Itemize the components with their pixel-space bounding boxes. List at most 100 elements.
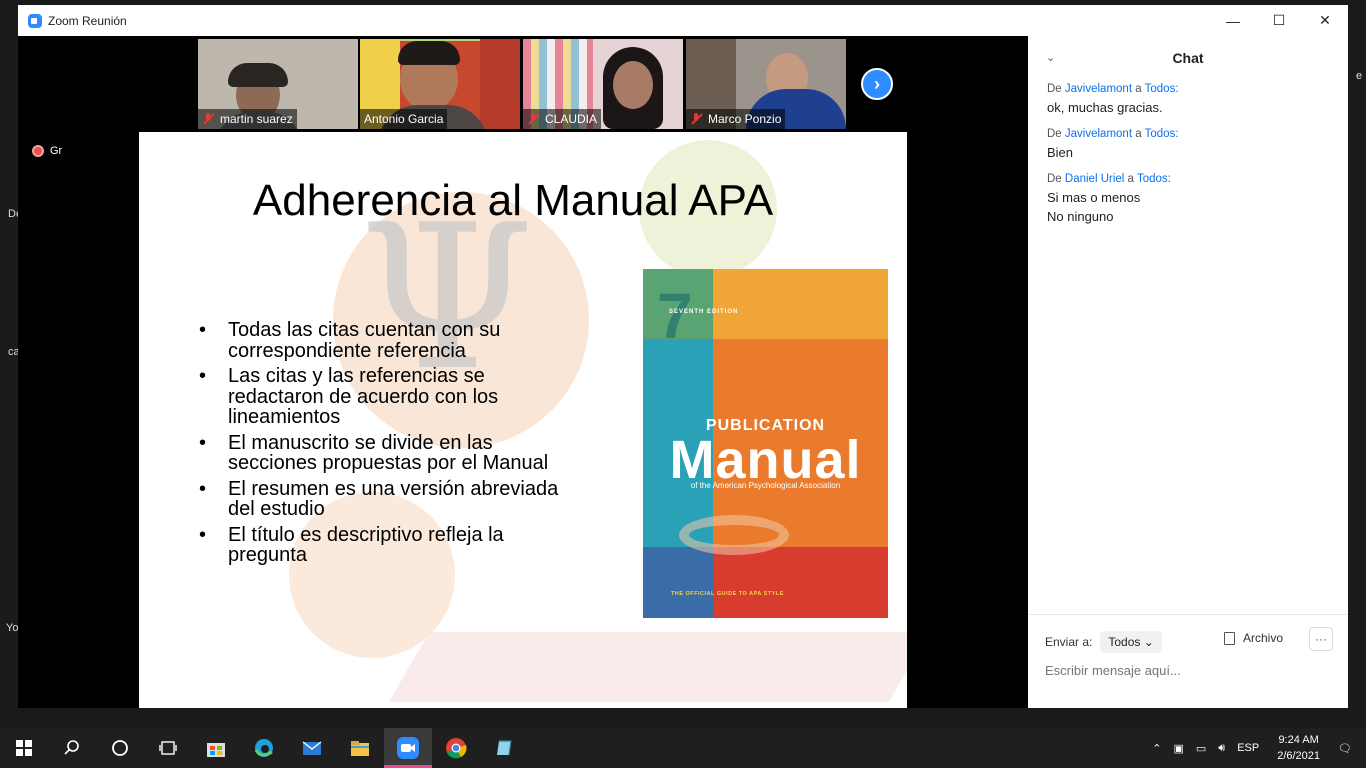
file-icon: [1224, 631, 1235, 645]
task-view-button[interactable]: [144, 728, 192, 768]
edition-label: SEVENTH EDITION: [669, 309, 739, 315]
title-bar: Zoom Reunión — ☐ ✕: [18, 5, 1348, 36]
slide-title: Adherencia al Manual APA: [252, 176, 774, 225]
taskbar: ⌃ ▣ ▭ 🔊︎ ESP 9:24 AM 2/6/2021 🗨︎: [0, 728, 1366, 768]
participant-video[interactable]: Antonio Garcia: [360, 39, 520, 129]
chat-title: Chat: [1172, 50, 1204, 66]
chat-footer: Enviar a: Todos ⌄ Archivo ···: [1028, 614, 1348, 708]
app-icon: [497, 740, 512, 756]
cortana-button[interactable]: [96, 728, 144, 768]
zoom-logo-icon: [28, 13, 42, 28]
message-text: Bien: [1047, 145, 1074, 160]
minimize-button[interactable]: —: [1210, 5, 1256, 36]
right-edge-background: e: [1348, 36, 1366, 708]
store-app[interactable]: [192, 728, 240, 768]
decorative-swirl: [679, 515, 789, 555]
volume-icon[interactable]: 🔊︎: [1218, 742, 1225, 755]
window-title: Zoom Reunión: [48, 13, 127, 28]
file-explorer-app[interactable]: [336, 728, 384, 768]
chat-message: De Javivelamont a Todos: Bien: [1047, 128, 1337, 162]
message-text: No ninguno: [1047, 209, 1114, 224]
close-button[interactable]: ✕: [1302, 5, 1348, 36]
message-to-prefix: a: [1127, 173, 1134, 185]
message-prefix: De: [1047, 83, 1062, 95]
message-sender[interactable]: Daniel Uriel: [1065, 173, 1124, 185]
left-edge-background: De ca Yo: [0, 36, 22, 708]
meeting-area: martin suarez Antonio Garcia CLAUDIA Mar…: [18, 36, 1028, 708]
participant-video[interactable]: martin suarez: [198, 39, 358, 129]
chat-message-input[interactable]: [1045, 659, 1335, 681]
message-to-prefix: a: [1135, 128, 1142, 140]
battery-icon[interactable]: ▭: [1196, 742, 1206, 755]
file-label: Archivo: [1243, 631, 1284, 645]
app-pinned[interactable]: [480, 728, 528, 768]
zoom-icon: [397, 737, 419, 759]
chrome-app[interactable]: [432, 728, 480, 768]
message-recipient[interactable]: Todos:: [1145, 128, 1179, 140]
clock[interactable]: 9:24 AM 2/6/2021: [1277, 732, 1320, 764]
book-tagline: THE OFFICIAL GUIDE TO APA STYLE: [671, 591, 784, 597]
message-prefix: De: [1047, 173, 1062, 185]
send-to-label: Enviar a:: [1045, 635, 1093, 649]
bullet-item: El resumen es una versión abreviada del …: [199, 478, 559, 520]
mail-app[interactable]: [288, 728, 336, 768]
bullet-item: El manuscrito se divide en las secciones…: [199, 432, 559, 474]
participant-name: Marco Ponzio: [708, 112, 782, 126]
background-book: [388, 632, 907, 702]
message-recipient[interactable]: Todos:: [1145, 83, 1179, 95]
folder-icon: [351, 741, 369, 756]
maximize-button[interactable]: ☐: [1256, 5, 1302, 36]
clock-date: 2/6/2021: [1277, 750, 1321, 762]
slide: Ψ Adherencia al Manual APA Todas las cit…: [139, 132, 907, 708]
message-sender[interactable]: Javivelamont: [1065, 128, 1132, 140]
more-options-button[interactable]: ···: [1309, 627, 1333, 651]
participant-name: CLAUDIA: [545, 112, 598, 126]
partial-text: e: [1356, 70, 1363, 82]
chat-message: De Javivelamont a Todos: ok, muchas grac…: [1047, 83, 1337, 117]
message-sender[interactable]: Javivelamont: [1065, 83, 1132, 95]
edition-number: 7: [657, 280, 693, 352]
chevron-up-icon[interactable]: ⌃: [1152, 742, 1161, 755]
bullet-list: Todas las citas cuentan con su correspon…: [199, 320, 559, 571]
participant-video[interactable]: CLAUDIA: [523, 39, 683, 129]
chat-message: De Daniel Uriel a Todos: Si mas o menos …: [1047, 173, 1337, 226]
recipient-dropdown[interactable]: Todos ⌄: [1100, 631, 1162, 653]
recipient-value: Todos: [1108, 635, 1141, 649]
edge-icon: [254, 739, 273, 757]
apa-manual-cover: 7 SEVENTH EDITION PUBLICATION Manual of …: [643, 269, 888, 618]
cortana-icon: [112, 740, 128, 756]
edge-app[interactable]: [240, 728, 288, 768]
next-page-button[interactable]: ›: [861, 68, 893, 100]
participant-name: martin suarez: [220, 112, 293, 126]
bullet-item: Las citas y las referencias se redactaro…: [199, 366, 559, 428]
chevron-down-icon: ⌄: [1143, 635, 1154, 649]
chat-panel: ⌄ Chat De Javivelamont a Todos: ok, much…: [1028, 36, 1348, 708]
bullet-item: El título es descriptivo refleja la preg…: [199, 524, 559, 566]
book-association: of the American Psychological Associatio…: [690, 481, 841, 490]
message-text: ok, muchas gracias.: [1047, 100, 1163, 115]
mic-off-icon: [690, 113, 702, 125]
message-text: Si mas o menos: [1047, 190, 1141, 205]
language-indicator[interactable]: ESP: [1237, 742, 1259, 754]
search-button[interactable]: [48, 728, 96, 768]
windows-icon: [16, 740, 32, 756]
message-recipient[interactable]: Todos:: [1137, 173, 1171, 185]
store-icon: [207, 743, 225, 757]
chat-messages: De Javivelamont a Todos: ok, muchas grac…: [1047, 83, 1337, 237]
notifications-icon[interactable]: 🗨︎: [1338, 742, 1352, 755]
message-to-prefix: a: [1135, 83, 1142, 95]
file-button[interactable]: Archivo: [1224, 631, 1283, 645]
shared-screen: Ψ Adherencia al Manual APA Todas las cit…: [62, 132, 984, 708]
zoom-app[interactable]: [384, 728, 432, 768]
record-icon: [32, 145, 44, 157]
start-button[interactable]: [0, 728, 48, 768]
system-tray: ⌃ ▣ ▭ 🔊︎ ESP 9:24 AM 2/6/2021 🗨︎: [1146, 728, 1366, 768]
partial-text: Yo: [6, 622, 19, 634]
meet-now-icon[interactable]: ▣: [1173, 742, 1183, 755]
mail-icon: [302, 741, 322, 755]
bullet-item: Todas las citas cuentan con su correspon…: [199, 320, 559, 361]
mic-off-icon: [527, 113, 539, 125]
participant-video[interactable]: Marco Ponzio: [686, 39, 846, 129]
clock-time: 9:24 AM: [1278, 734, 1319, 746]
task-view-icon: [159, 741, 177, 755]
